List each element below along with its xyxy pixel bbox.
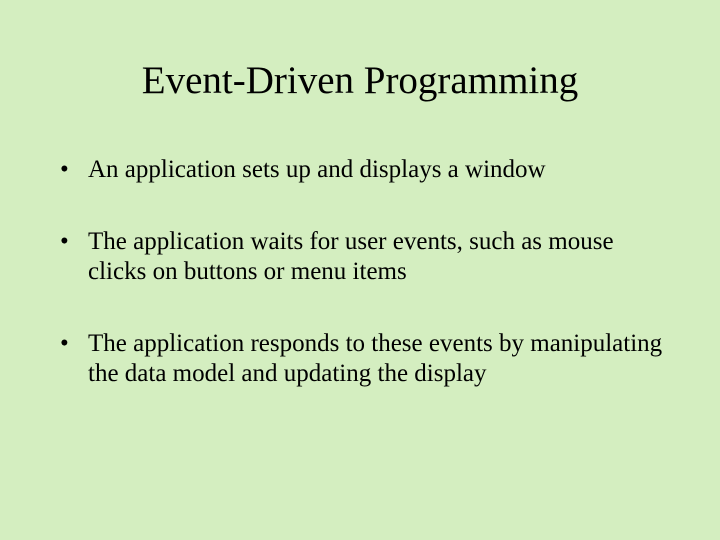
bullet-item: The application responds to these events… xyxy=(60,329,665,389)
bullet-item: An application sets up and displays a wi… xyxy=(60,155,665,185)
bullet-item: The application waits for user events, s… xyxy=(60,227,665,287)
slide-title: Event-Driven Programming xyxy=(55,58,665,103)
slide-container: Event-Driven Programming An application … xyxy=(0,0,720,540)
bullet-list: An application sets up and displays a wi… xyxy=(55,155,665,389)
